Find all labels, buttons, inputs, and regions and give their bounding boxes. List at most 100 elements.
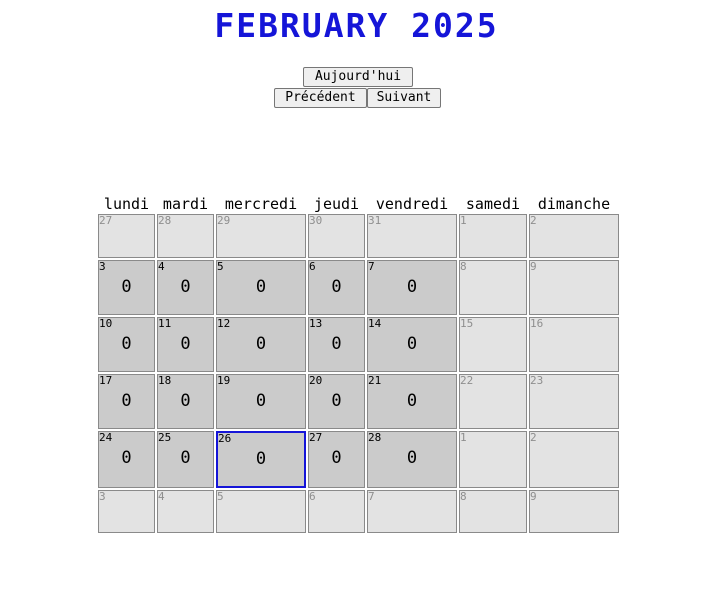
calendar-day-cell[interactable]: 11 0 (157, 317, 214, 372)
calendar-day-cell[interactable]: 60 (308, 260, 365, 315)
calendar-day-cell[interactable]: 14 0 (367, 317, 457, 372)
day-number: 17 (99, 374, 113, 387)
day-number: 1 (460, 214, 467, 227)
calendar-day-cell[interactable]: 1 (459, 214, 527, 258)
calendar-day-cell[interactable]: 7 (367, 490, 457, 533)
today-button[interactable]: Aujourd'hui (303, 67, 413, 87)
day-number: 21 (368, 374, 382, 387)
day-count: 0 (121, 277, 132, 297)
calendar-week-row: 27 28 29 30 31 1 2 (98, 214, 619, 258)
day-count: 0 (331, 448, 342, 468)
calendar-day-cell-today[interactable]: 26 0 (216, 431, 306, 488)
weekday-header: jeudi (313, 195, 360, 213)
calendar-day-cell[interactable]: 1 (459, 431, 527, 488)
calendar-day-cell[interactable]: 25 0 (157, 431, 214, 488)
day-number: 14 (368, 317, 382, 330)
calendar-day-cell[interactable]: 21 0 (367, 374, 457, 429)
day-number: 3 (99, 490, 106, 503)
calendar-day-cell[interactable]: 2 (529, 431, 619, 488)
day-number: 9 (530, 490, 537, 503)
calendar-day-cell[interactable]: 18 0 (157, 374, 214, 429)
day-number: 6 (309, 490, 316, 503)
weekday-header: samedi (465, 195, 521, 213)
day-number: 19 (217, 374, 231, 387)
calendar-day-cell[interactable]: 9 (529, 260, 619, 315)
calendar-day-cell[interactable]: 16 (529, 317, 619, 372)
day-number: 29 (217, 214, 231, 227)
calendar-day-cell[interactable]: 6 (308, 490, 365, 533)
weekday-header-row: lundi mardi mercredi jeudi vendredi same… (98, 196, 619, 212)
day-number: 27 (99, 214, 113, 227)
calendar-week-row: 10 0 11 0 12 0 13 0 14 0 15 16 (98, 317, 619, 372)
calendar-week-row: 17 0 18 0 19 0 20 0 21 0 22 23 (98, 374, 619, 429)
calendar-day-cell[interactable]: 12 0 (216, 317, 306, 372)
day-number: 4 (158, 490, 165, 503)
day-number: 15 (460, 317, 474, 330)
day-number: 22 (460, 374, 474, 387)
next-button[interactable]: Suivant (367, 88, 441, 108)
day-number: 31 (368, 214, 382, 227)
day-count: 0 (406, 277, 418, 297)
day-number: 3 (99, 260, 106, 273)
calendar-day-cell[interactable]: 22 (459, 374, 527, 429)
page-title: February 2025 (214, 6, 499, 45)
calendar-day-cell[interactable]: 70 (367, 260, 457, 315)
calendar-day-cell[interactable]: 28 (157, 214, 214, 258)
calendar-day-cell[interactable]: 24 0 (98, 431, 155, 488)
day-number: 28 (368, 431, 382, 444)
calendar-day-cell[interactable]: 19 0 (216, 374, 306, 429)
day-number: 23 (530, 374, 544, 387)
calendar-day-cell[interactable]: 27 0 (308, 431, 365, 488)
day-count: 0 (331, 277, 342, 297)
day-number: 13 (309, 317, 323, 330)
calendar-day-cell[interactable]: 2 (529, 214, 619, 258)
day-number: 7 (368, 260, 375, 273)
weekday-header: lundi (103, 195, 150, 213)
calendar-day-cell[interactable]: 40 (157, 260, 214, 315)
day-count: 0 (331, 391, 342, 411)
calendar-day-cell[interactable]: 9 (529, 490, 619, 533)
calendar-day-cell[interactable]: 8 (459, 260, 527, 315)
previous-button[interactable]: Précédent (274, 88, 367, 108)
calendar-day-cell[interactable]: 29 (216, 214, 306, 258)
calendar-day-cell[interactable]: 30 (98, 260, 155, 315)
calendar-day-cell[interactable]: 15 (459, 317, 527, 372)
calendar-day-cell[interactable]: 4 (157, 490, 214, 533)
day-number: 10 (99, 317, 113, 330)
day-count: 0 (406, 448, 418, 468)
day-count: 0 (255, 334, 267, 354)
calendar-day-cell[interactable]: 23 (529, 374, 619, 429)
weekday-header: mercredi (224, 195, 298, 213)
day-count: 0 (121, 391, 132, 411)
calendar-day-cell[interactable]: 28 0 (367, 431, 457, 488)
day-number: 25 (158, 431, 172, 444)
calendar-week-row: 3 4 5 6 7 8 9 (98, 490, 619, 533)
calendar-day-cell[interactable]: 50 (216, 260, 306, 315)
calendar-day-cell[interactable]: 13 0 (308, 317, 365, 372)
day-count: 0 (255, 391, 267, 411)
day-count: 0 (255, 277, 267, 297)
day-number: 20 (309, 374, 323, 387)
day-count: 0 (180, 277, 191, 297)
calendar-day-cell[interactable]: 17 0 (98, 374, 155, 429)
weekday-header: mardi (162, 195, 209, 213)
calendar-grid: lundi mardi mercredi jeudi vendredi same… (96, 194, 621, 535)
day-number: 7 (368, 490, 375, 503)
calendar-week-row: 304050607089 (98, 260, 619, 315)
calendar-day-cell[interactable]: 31 (367, 214, 457, 258)
calendar-day-cell[interactable]: 8 (459, 490, 527, 533)
calendar-day-cell[interactable]: 20 0 (308, 374, 365, 429)
weekday-header: dimanche (537, 195, 611, 213)
calendar-day-cell[interactable]: 3 (98, 490, 155, 533)
day-count: 0 (255, 449, 267, 469)
day-count: 0 (180, 448, 191, 468)
day-number: 26 (218, 432, 232, 445)
calendar-day-cell[interactable]: 27 (98, 214, 155, 258)
calendar-day-cell[interactable]: 5 (216, 490, 306, 533)
calendar-day-cell[interactable]: 10 0 (98, 317, 155, 372)
day-number: 30 (309, 214, 323, 227)
day-number: 16 (530, 317, 544, 330)
weekday-header: vendredi (375, 195, 449, 213)
calendar-day-cell[interactable]: 30 (308, 214, 365, 258)
day-count: 0 (121, 448, 132, 468)
